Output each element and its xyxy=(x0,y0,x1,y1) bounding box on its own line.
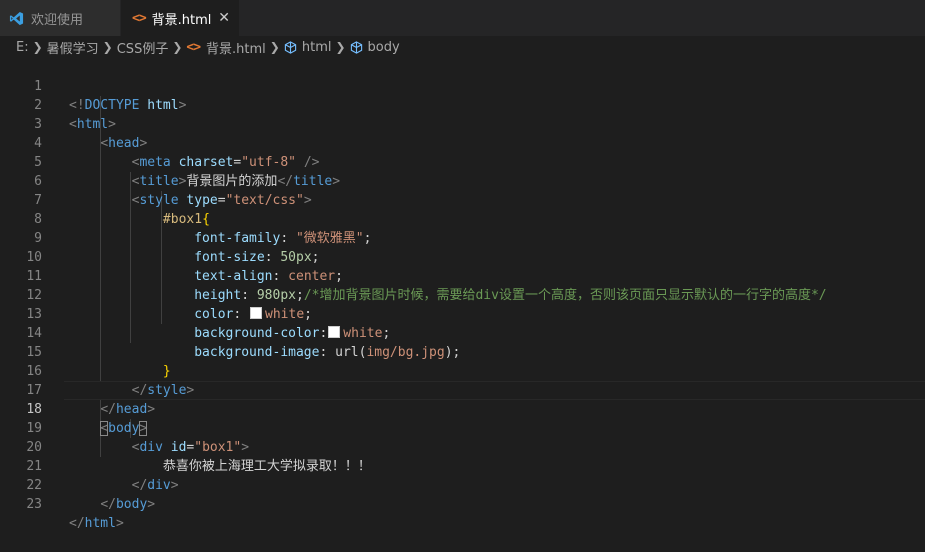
chevron-right-icon: ❯ xyxy=(269,40,280,54)
code-line: 22 </body> xyxy=(0,457,925,512)
tab-welcome[interactable]: 欢迎使用 xyxy=(0,0,120,36)
vscode-logo-icon xyxy=(9,11,24,25)
code-line: 16 </style> xyxy=(0,343,925,398)
breadcrumb-file[interactable]: <> 背景.html xyxy=(186,38,265,57)
chevron-right-icon: ❯ xyxy=(102,40,113,54)
code-line: 7 #box1{ xyxy=(0,172,925,227)
line-number: 23 xyxy=(26,497,42,512)
code-line: 9 font-size: 50px; xyxy=(0,210,925,265)
code-line: 20 恭喜你被上海理工大学拟录取！！！ xyxy=(0,419,925,474)
html-file-icon: <> xyxy=(132,10,147,26)
chevron-right-icon: ❯ xyxy=(335,40,346,54)
breadcrumb-drive[interactable]: E: xyxy=(16,40,29,55)
breadcrumb-file-label: 背景.html xyxy=(206,41,266,57)
code-line: 1 <!DOCTYPE html> xyxy=(0,58,925,113)
code-line: 13 background-color: white; xyxy=(0,286,925,341)
code-line: 21 </div> xyxy=(0,438,925,493)
code-text: </html> xyxy=(69,516,124,531)
breadcrumb-symbol-html-label: html xyxy=(301,39,332,55)
code-line-current: 18 <body> xyxy=(0,381,925,436)
code-editor[interactable]: 1 <!DOCTYPE html> 2 <html> 3 <head> 4 <m… xyxy=(0,58,925,531)
code-line: 19 <div id="box1"> xyxy=(0,400,925,455)
code-line: 12 color: white; xyxy=(0,267,925,322)
code-line: 8 font-family: "微软雅黑"; xyxy=(0,191,925,246)
breadcrumb-symbol-html[interactable]: html xyxy=(284,39,332,55)
code-line: 4 <meta charset="utf-8" /> xyxy=(0,115,925,170)
tab-welcome-label: 欢迎使用 xyxy=(31,12,84,28)
code-line: 17 </head> xyxy=(0,362,925,417)
html-file-icon: <> xyxy=(186,39,201,55)
vscode-window: 欢迎使用 <> 背景.html ✕ E: ❯ 暑假学习 ❯ CSS例子 ❯ <>… xyxy=(0,0,925,531)
code-line: 15 } xyxy=(0,324,925,379)
code-line: 2 <html> xyxy=(0,77,925,132)
code-line: 14 background-image: url(img/bg.jpg); xyxy=(0,305,925,360)
breadcrumb: E: ❯ 暑假学习 ❯ CSS例子 ❯ <> 背景.html ❯ html ❯ … xyxy=(0,36,925,58)
symbol-cube-icon xyxy=(350,40,362,54)
code-line: 6 <style type="text/css"> xyxy=(0,153,925,208)
code-line: 5 <title>背景图片的添加</title> xyxy=(0,134,925,189)
breadcrumb-folder-css[interactable]: CSS例子 xyxy=(117,38,169,57)
close-icon[interactable]: ✕ xyxy=(218,10,230,26)
code-line: 23 </html> xyxy=(0,476,925,531)
symbol-cube-icon xyxy=(284,40,297,54)
code-line: 3 <head> xyxy=(0,96,925,151)
chevron-right-icon: ❯ xyxy=(172,40,183,54)
tab-background-html[interactable]: <> 背景.html ✕ xyxy=(121,0,239,36)
code-text: </body> xyxy=(100,497,156,512)
code-line: 11 height: 980px;/*增加背景图片时候，需要给div设置一个高度… xyxy=(0,248,925,303)
tab-bar: 欢迎使用 <> 背景.html ✕ xyxy=(0,0,925,36)
tab-background-html-label: 背景.html xyxy=(151,12,212,28)
breadcrumb-symbol-body-label: body xyxy=(367,39,400,55)
code-line: 10 text-align: center; xyxy=(0,229,925,284)
breadcrumb-symbol-body[interactable]: body xyxy=(350,40,400,55)
breadcrumb-folder-summer[interactable]: 暑假学习 xyxy=(47,38,99,57)
chevron-right-icon: ❯ xyxy=(32,40,43,54)
